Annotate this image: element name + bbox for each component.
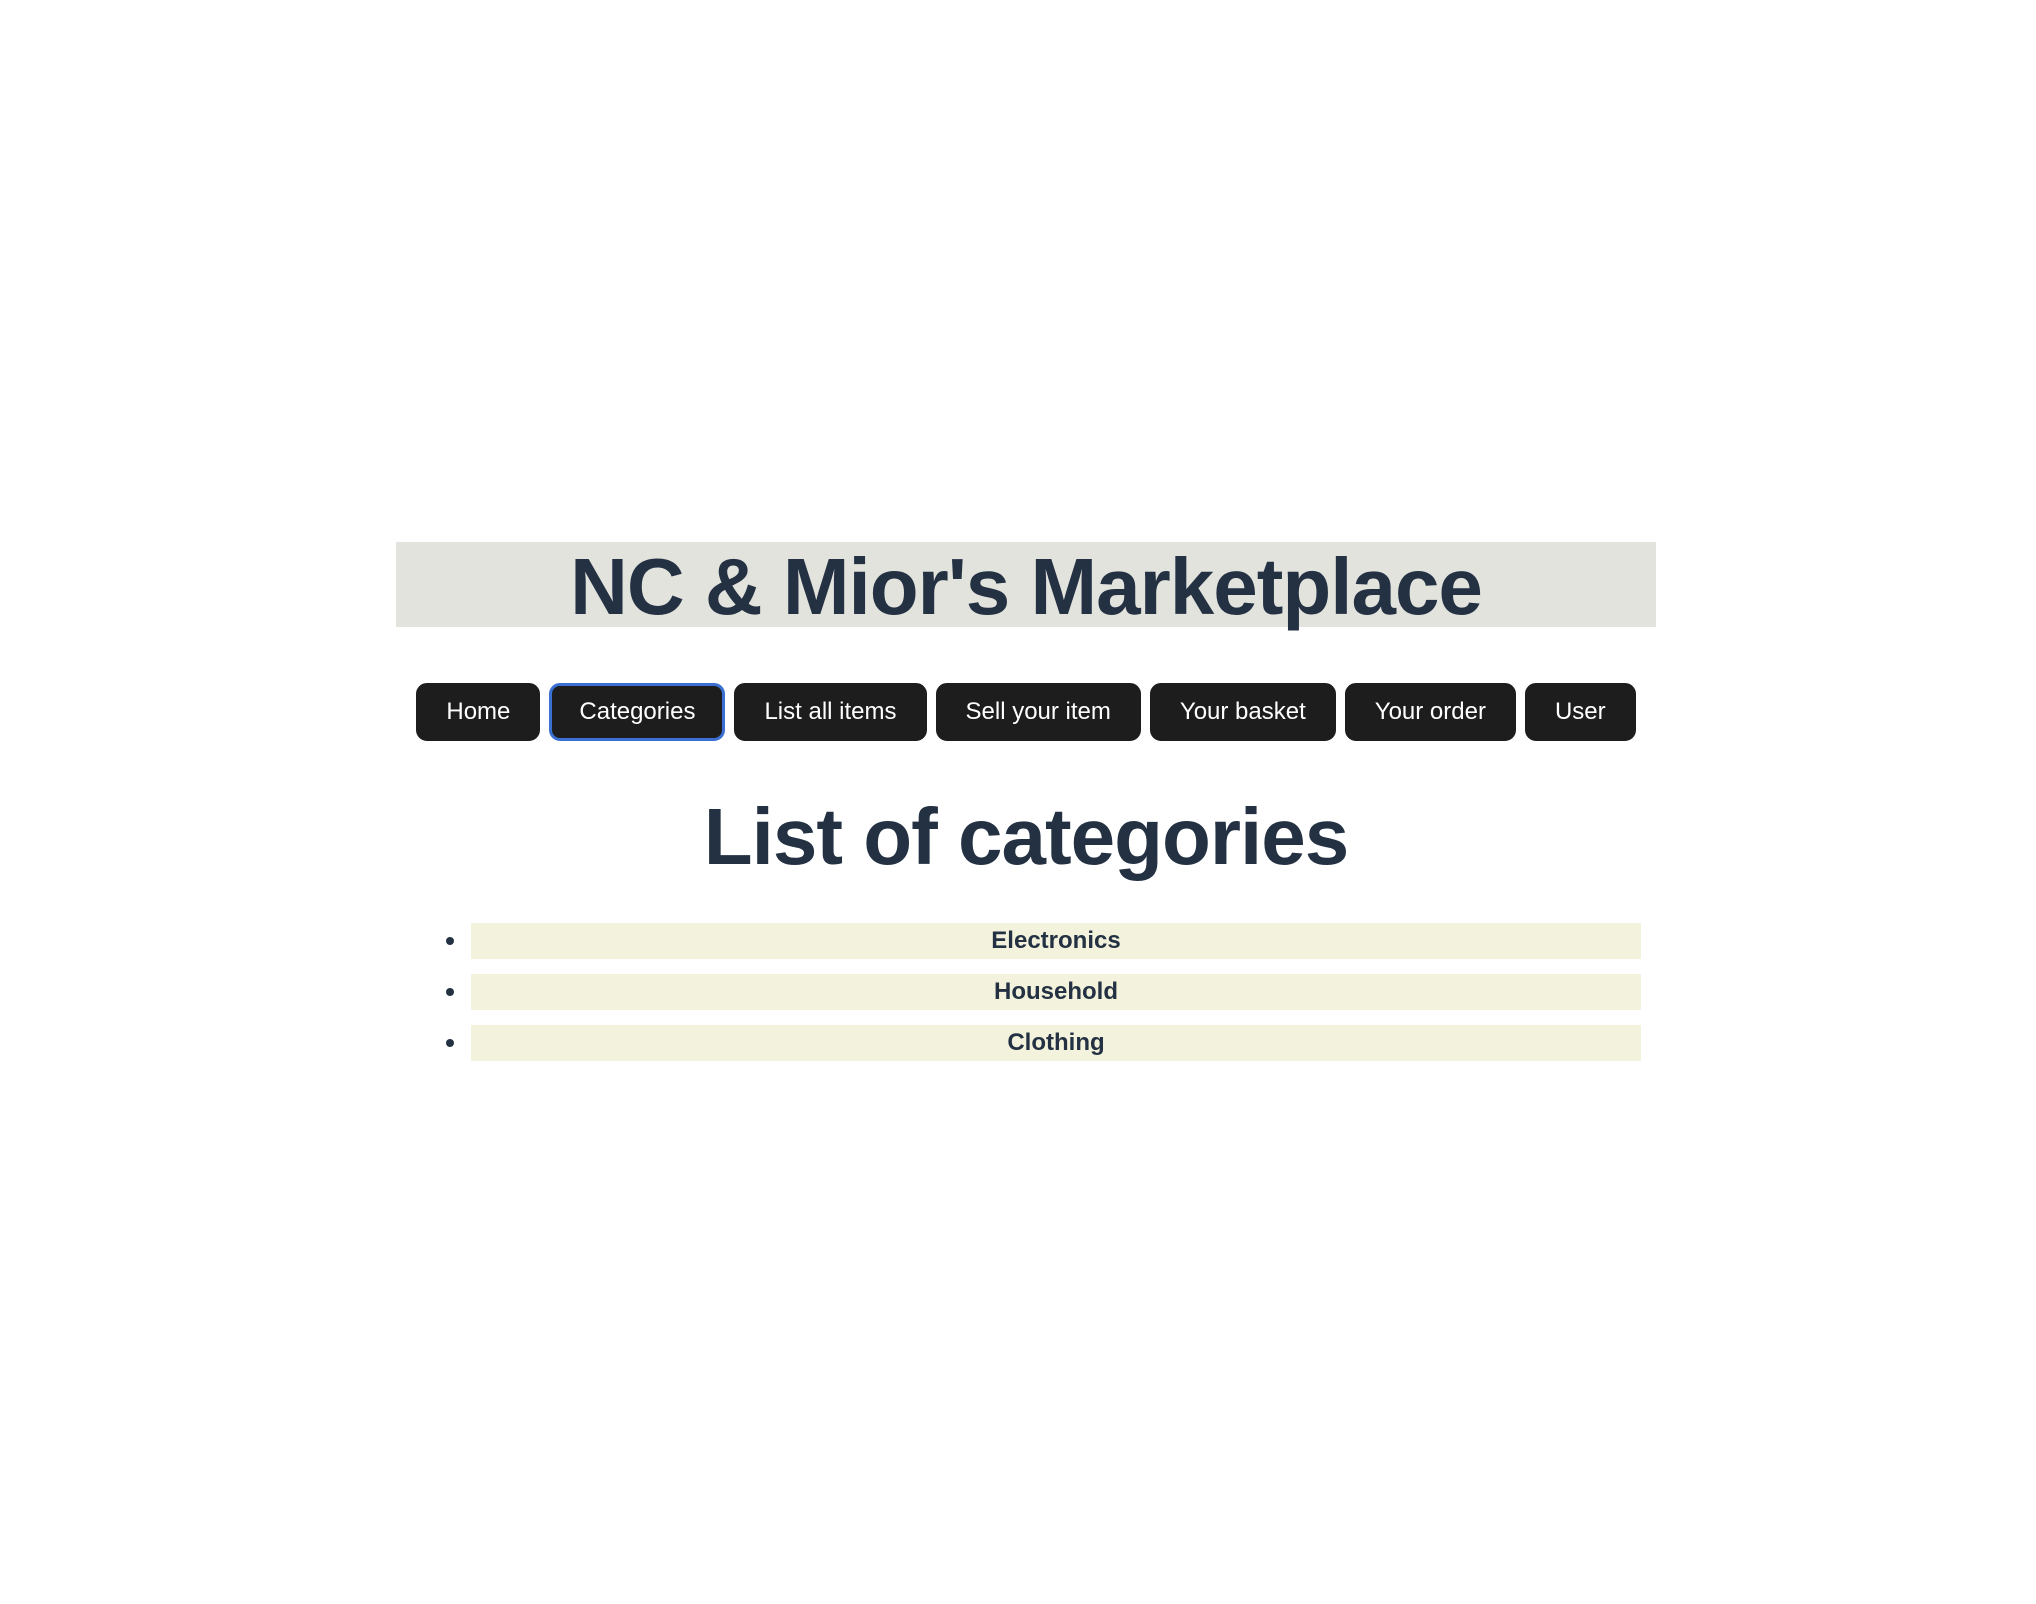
category-list: Electronics Household Clothing [396,923,1656,1061]
bullet-icon [446,988,454,996]
nav-categories-button[interactable]: Categories [549,683,726,741]
site-header: NC & Mior's Marketplace [396,542,1656,627]
category-label: Clothing [1007,1029,1105,1056]
app-container: NC & Mior's Marketplace Home Categories … [396,542,1656,1076]
page-title: List of categories [703,792,1349,881]
category-item-electronics[interactable]: Electronics [446,923,1641,959]
nav-your-order-button[interactable]: Your order [1344,683,1516,741]
category-item-clothing[interactable]: Clothing [446,1025,1641,1061]
category-label: Electronics [991,927,1121,954]
category-item-household[interactable]: Household [446,974,1641,1010]
nav-home-button[interactable]: Home [416,683,541,741]
nav-sell-your-item-button[interactable]: Sell your item [935,683,1141,741]
bullet-icon [446,1039,454,1047]
main-nav: Home Categories List all items Sell your… [396,683,1656,741]
nav-user-button[interactable]: User [1524,683,1636,741]
nav-your-basket-button[interactable]: Your basket [1149,683,1336,741]
site-title: NC & Mior's Marketplace [570,541,1483,631]
category-label: Household [994,978,1118,1005]
nav-list-all-items-button[interactable]: List all items [734,683,927,741]
bullet-icon [446,937,454,945]
